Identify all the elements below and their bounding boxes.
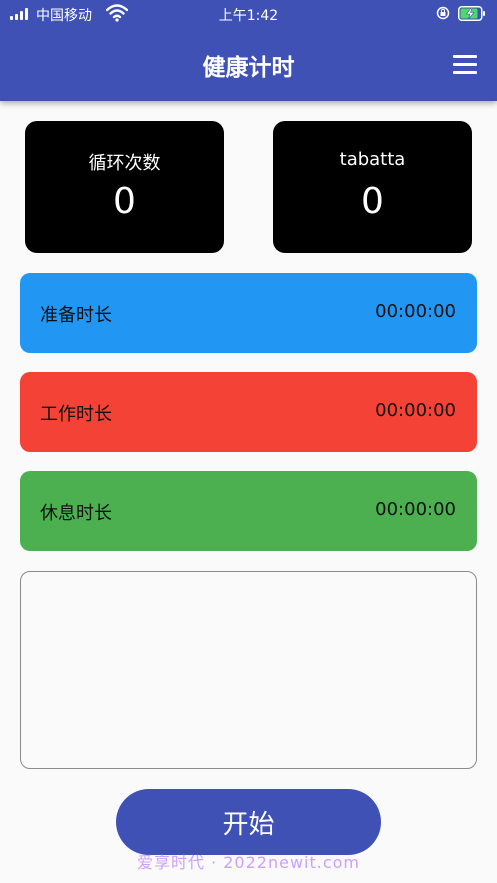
menu-button[interactable] bbox=[448, 50, 482, 78]
status-bar: 中国移动 上午1:42 bbox=[0, 0, 497, 28]
app-screen: 中国移动 上午1:42 健康计时 循环次数 0 tabatta 0 准备时长 0… bbox=[0, 0, 497, 883]
status-time: 上午1:42 bbox=[218, 8, 279, 24]
rest-duration-label: 休息时长 bbox=[40, 503, 112, 524]
rest-duration-row[interactable]: 休息时长 00:00:00 bbox=[20, 471, 477, 551]
menu-icon bbox=[453, 54, 477, 58]
watermark: 爱享时代 · 2022newit.com bbox=[136, 853, 361, 872]
work-duration-time: 00:00:00 bbox=[375, 400, 456, 421]
cycle-count-card: 循环次数 0 bbox=[25, 121, 224, 253]
work-duration-label: 工作时长 bbox=[40, 404, 112, 425]
tabatta-label: tabatta bbox=[339, 149, 406, 170]
prepare-duration-row[interactable]: 准备时长 00:00:00 bbox=[20, 273, 477, 353]
tabatta-count-card: tabatta 0 bbox=[273, 121, 472, 253]
cycle-count-label: 循环次数 bbox=[88, 153, 161, 174]
log-area[interactable] bbox=[20, 571, 477, 769]
work-duration-row[interactable]: 工作时长 00:00:00 bbox=[20, 372, 477, 452]
cycle-count-value: 0 bbox=[113, 181, 136, 222]
tabatta-value: 0 bbox=[361, 181, 384, 222]
prepare-duration-time: 00:00:00 bbox=[375, 301, 456, 322]
start-button[interactable]: 开始 bbox=[116, 789, 381, 855]
battery-charging-icon bbox=[458, 6, 485, 21]
app-header: 中国移动 上午1:42 健康计时 bbox=[0, 0, 497, 101]
rest-duration-time: 00:00:00 bbox=[375, 499, 456, 520]
lock-rotation-icon bbox=[436, 6, 450, 20]
page-title: 健康计时 bbox=[202, 55, 295, 81]
prepare-duration-label: 准备时长 bbox=[40, 305, 112, 326]
